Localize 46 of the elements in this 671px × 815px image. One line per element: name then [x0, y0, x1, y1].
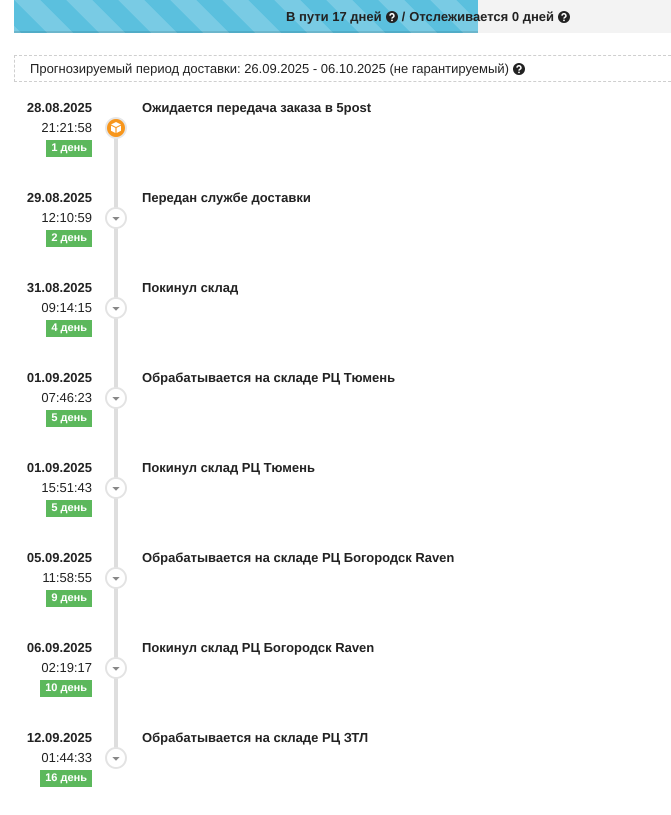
help-icon[interactable]	[512, 62, 525, 74]
caret-marker-icon	[105, 657, 127, 679]
day-badge: 2 день	[46, 230, 92, 247]
package-marker-icon	[105, 117, 127, 139]
event-time: 21:21:58	[41, 119, 92, 137]
caret-marker-icon	[105, 747, 127, 769]
event-time: 15:51:43	[41, 479, 92, 497]
event-time: 02:19:17	[41, 659, 92, 677]
event-title: Обрабатывается на складе РЦ Тюмень	[142, 369, 396, 387]
caret-marker-icon	[105, 207, 127, 229]
in-transit-label: В пути 17 дней	[286, 9, 382, 24]
day-badge: 16 день	[40, 770, 92, 787]
separator: /	[402, 9, 406, 24]
event-title: Покинул склад РЦ Богородск Raven	[142, 639, 374, 657]
caret-marker-icon	[105, 477, 127, 499]
help-icon[interactable]	[386, 10, 398, 22]
day-badge: 5 день	[46, 410, 92, 427]
event-title: Покинул склад	[142, 279, 238, 297]
forecast-text: Прогнозируемый период доставки: 26.09.2025 - 06.10.2025 (не гарантируемый)	[30, 61, 509, 76]
event-title: Передан службе доставки	[142, 189, 311, 207]
event-date: 31.08.2025	[26, 279, 92, 297]
event-time: 12:10:59	[41, 209, 92, 227]
help-icon[interactable]	[558, 10, 570, 22]
event-date: 05.09.2025	[26, 549, 92, 567]
event-date: 29.08.2025	[26, 189, 92, 207]
day-badge: 9 день	[46, 590, 92, 607]
event-date: 01.09.2025	[26, 459, 92, 477]
event-title: Покинул склад РЦ Тюмень	[142, 459, 315, 477]
day-badge: 4 день	[46, 320, 92, 337]
event-title: Ожидается передача заказа в 5post	[142, 99, 372, 117]
caret-marker-icon	[105, 567, 127, 589]
event-date: 12.09.2025	[26, 729, 92, 747]
event-time: 01:44:33	[41, 749, 92, 767]
event-date: 01.09.2025	[26, 369, 92, 387]
day-badge: 5 день	[46, 500, 92, 517]
event-title: Обрабатывается на складе РЦ Богородск Raven	[142, 549, 454, 567]
event-date: 06.09.2025	[26, 639, 92, 657]
caret-marker-icon	[105, 387, 127, 409]
event-time: 09:14:15	[41, 299, 92, 317]
event-time: 07:46:23	[41, 389, 92, 407]
day-badge: 1 день	[46, 140, 92, 157]
caret-marker-icon	[105, 297, 127, 319]
day-badge: 10 день	[40, 680, 92, 697]
event-date: 28.08.2025	[26, 99, 92, 117]
event-title: Обрабатывается на складе РЦ ЗТЛ	[142, 729, 368, 747]
event-time: 11:58:55	[42, 569, 92, 587]
